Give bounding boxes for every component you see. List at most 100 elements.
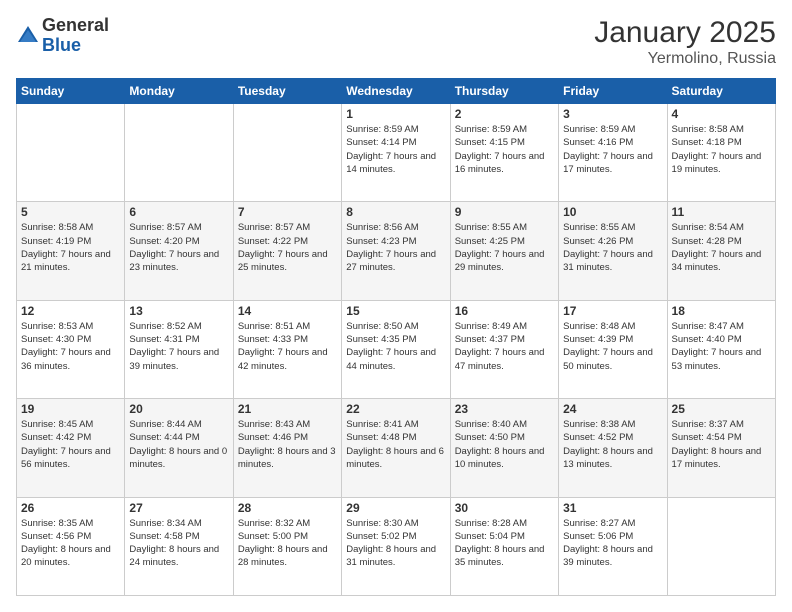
day-number: 30 [455,501,554,515]
day-info: Sunrise: 8:43 AM Sunset: 4:46 PM Dayligh… [238,418,337,471]
calendar-cell: 29Sunrise: 8:30 AM Sunset: 5:02 PM Dayli… [342,497,450,595]
calendar-week-row: 26Sunrise: 8:35 AM Sunset: 4:56 PM Dayli… [17,497,776,595]
day-info: Sunrise: 8:59 AM Sunset: 4:16 PM Dayligh… [563,123,662,176]
day-info: Sunrise: 8:57 AM Sunset: 4:22 PM Dayligh… [238,221,337,274]
calendar-cell: 10Sunrise: 8:55 AM Sunset: 4:26 PM Dayli… [559,202,667,300]
header: General Blue January 2025 Yermolino, Rus… [16,16,776,68]
calendar-cell: 24 Sunrise: 8:38 AM Sunset: 4:52 PM Dayli… [559,399,667,497]
main-title: January 2025 [594,16,776,50]
day-number: 21 [238,402,337,416]
calendar-cell: 20Sunrise: 8:44 AM Sunset: 4:44 PM Dayli… [125,399,233,497]
day-number: 23 [455,402,554,416]
calendar-cell: 31Sunrise: 8:27 AM Sunset: 5:06 PM Dayli… [559,497,667,595]
logo-general: General [42,16,109,36]
calendar-week-row: 5 Sunrise: 8:58 AM Sunset: 4:19 PM Daylig… [17,202,776,300]
calendar-cell: 16 Sunrise: 8:49 AM Sunset: 4:37 PM Dayli… [450,300,558,398]
calendar-cell: 4 Sunrise: 8:58 AM Sunset: 4:18 PM Daylig… [667,104,775,202]
calendar-header-wednesday: Wednesday [342,79,450,104]
day-number: 6 [129,205,228,219]
calendar-cell: 8Sunrise: 8:56 AM Sunset: 4:23 PM Daylig… [342,202,450,300]
day-number: 9 [455,205,554,219]
day-info: Sunrise: 8:55 AM Sunset: 4:25 PM Dayligh… [455,221,554,274]
calendar-cell: 27 Sunrise: 8:34 AM Sunset: 4:58 PM Dayli… [125,497,233,595]
day-number: 14 [238,304,337,318]
calendar-cell: 21 Sunrise: 8:43 AM Sunset: 4:46 PM Dayli… [233,399,341,497]
logo-text: General Blue [42,16,109,56]
calendar-cell: 7 Sunrise: 8:57 AM Sunset: 4:22 PM Daylig… [233,202,341,300]
calendar-week-row: 1 Sunrise: 8:59 AM Sunset: 4:14 PM Daylig… [17,104,776,202]
calendar-cell: 22 Sunrise: 8:41 AM Sunset: 4:48 PM Dayli… [342,399,450,497]
calendar-cell: 6 Sunrise: 8:57 AM Sunset: 4:20 PM Daylig… [125,202,233,300]
calendar-header-friday: Friday [559,79,667,104]
day-info: Sunrise: 8:51 AM Sunset: 4:33 PM Dayligh… [238,320,337,373]
calendar-table: SundayMondayTuesdayWednesdayThursdayFrid… [16,78,776,596]
calendar-cell: 15 Sunrise: 8:50 AM Sunset: 4:35 PM Dayli… [342,300,450,398]
day-info: Sunrise: 8:45 AM Sunset: 4:42 PM Dayligh… [21,418,120,471]
calendar-cell: 12 Sunrise: 8:53 AM Sunset: 4:30 PM Dayli… [17,300,125,398]
day-number: 24 [563,402,662,416]
calendar-header-thursday: Thursday [450,79,558,104]
day-info: Sunrise: 8:32 AM Sunset: 5:00 PM Dayligh… [238,517,337,570]
day-number: 27 [129,501,228,515]
calendar-cell: 26Sunrise: 8:35 AM Sunset: 4:56 PM Dayli… [17,497,125,595]
day-info: Sunrise: 8:40 AM Sunset: 4:50 PM Dayligh… [455,418,554,471]
day-info: Sunrise: 8:59 AM Sunset: 4:14 PM Dayligh… [346,123,445,176]
day-number: 13 [129,304,228,318]
calendar-header-sunday: Sunday [17,79,125,104]
day-number: 7 [238,205,337,219]
logo: General Blue [16,16,109,56]
day-info: Sunrise: 8:37 AM Sunset: 4:54 PM Dayligh… [672,418,771,471]
day-info: Sunrise: 8:53 AM Sunset: 4:30 PM Dayligh… [21,320,120,373]
day-info: Sunrise: 8:48 AM Sunset: 4:39 PM Dayligh… [563,320,662,373]
day-info: Sunrise: 8:58 AM Sunset: 4:18 PM Dayligh… [672,123,771,176]
logo-blue: Blue [42,36,109,56]
calendar-cell: 25Sunrise: 8:37 AM Sunset: 4:54 PM Dayli… [667,399,775,497]
calendar-cell: 13Sunrise: 8:52 AM Sunset: 4:31 PM Dayli… [125,300,233,398]
calendar-cell: 1 Sunrise: 8:59 AM Sunset: 4:14 PM Daylig… [342,104,450,202]
calendar-week-row: 19 Sunrise: 8:45 AM Sunset: 4:42 PM Dayli… [17,399,776,497]
calendar-cell: 30Sunrise: 8:28 AM Sunset: 5:04 PM Dayli… [450,497,558,595]
day-number: 2 [455,107,554,121]
day-number: 16 [455,304,554,318]
day-number: 29 [346,501,445,515]
calendar-cell [17,104,125,202]
calendar-cell: 5 Sunrise: 8:58 AM Sunset: 4:19 PM Daylig… [17,202,125,300]
day-info: Sunrise: 8:57 AM Sunset: 4:20 PM Dayligh… [129,221,228,274]
subtitle: Yermolino, Russia [594,50,776,68]
day-info: Sunrise: 8:58 AM Sunset: 4:19 PM Dayligh… [21,221,120,274]
day-info: Sunrise: 8:49 AM Sunset: 4:37 PM Dayligh… [455,320,554,373]
calendar-cell: 17Sunrise: 8:48 AM Sunset: 4:39 PM Dayli… [559,300,667,398]
calendar-header-tuesday: Tuesday [233,79,341,104]
calendar-cell: 23 Sunrise: 8:40 AM Sunset: 4:50 PM Dayli… [450,399,558,497]
day-number: 11 [672,205,771,219]
calendar-cell: 3Sunrise: 8:59 AM Sunset: 4:16 PM Daylig… [559,104,667,202]
day-number: 18 [672,304,771,318]
day-info: Sunrise: 8:41 AM Sunset: 4:48 PM Dayligh… [346,418,445,471]
calendar-cell: 18 Sunrise: 8:47 AM Sunset: 4:40 PM Dayli… [667,300,775,398]
calendar-cell [667,497,775,595]
day-number: 12 [21,304,120,318]
day-info: Sunrise: 8:38 AM Sunset: 4:52 PM Dayligh… [563,418,662,471]
page: General Blue January 2025 Yermolino, Rus… [0,0,792,612]
day-info: Sunrise: 8:55 AM Sunset: 4:26 PM Dayligh… [563,221,662,274]
calendar-cell: 9 Sunrise: 8:55 AM Sunset: 4:25 PM Daylig… [450,202,558,300]
day-number: 8 [346,205,445,219]
day-number: 15 [346,304,445,318]
day-number: 19 [21,402,120,416]
day-info: Sunrise: 8:54 AM Sunset: 4:28 PM Dayligh… [672,221,771,274]
calendar-cell: 2Sunrise: 8:59 AM Sunset: 4:15 PM Daylig… [450,104,558,202]
day-info: Sunrise: 8:50 AM Sunset: 4:35 PM Dayligh… [346,320,445,373]
day-number: 22 [346,402,445,416]
calendar-cell: 28 Sunrise: 8:32 AM Sunset: 5:00 PM Dayli… [233,497,341,595]
day-number: 28 [238,501,337,515]
logo-icon [16,24,40,48]
day-info: Sunrise: 8:34 AM Sunset: 4:58 PM Dayligh… [129,517,228,570]
day-number: 4 [672,107,771,121]
day-number: 5 [21,205,120,219]
calendar-cell: 14 Sunrise: 8:51 AM Sunset: 4:33 PM Dayli… [233,300,341,398]
day-number: 1 [346,107,445,121]
calendar-cell [125,104,233,202]
calendar-header-monday: Monday [125,79,233,104]
day-info: Sunrise: 8:47 AM Sunset: 4:40 PM Dayligh… [672,320,771,373]
calendar-header-saturday: Saturday [667,79,775,104]
